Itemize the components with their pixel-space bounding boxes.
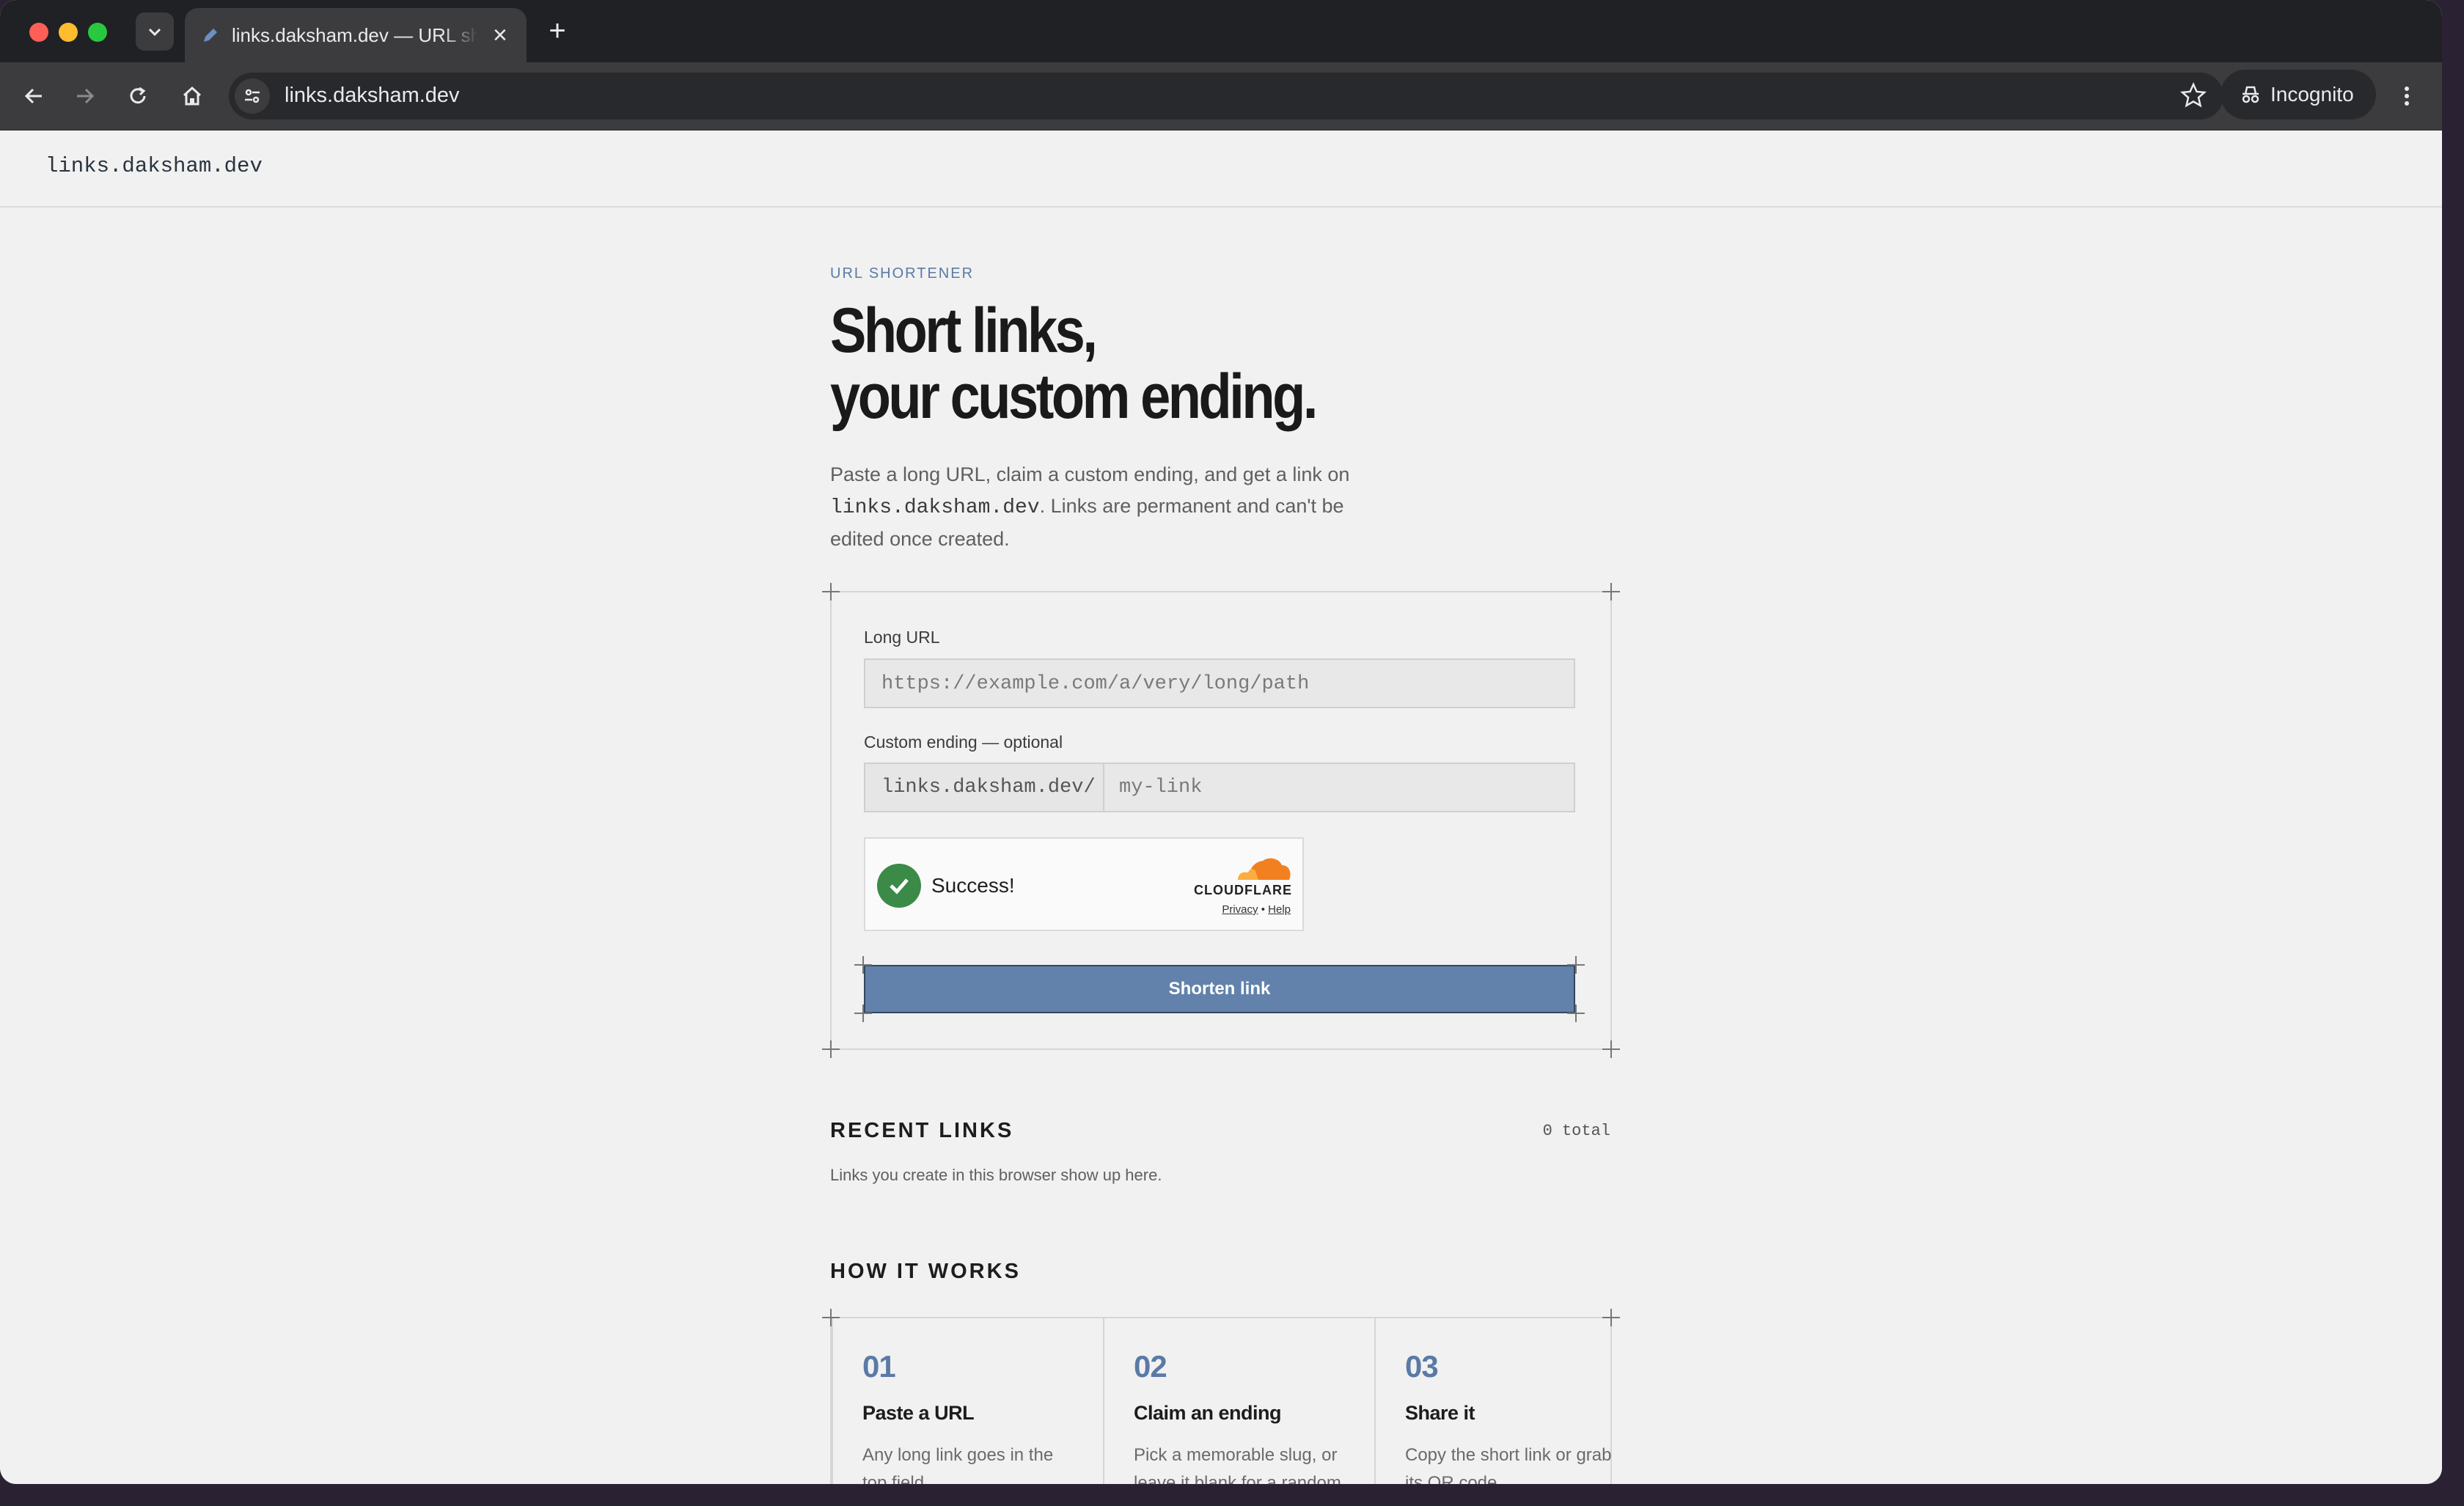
step-card: 02 Claim an ending Pick a memorable slug…: [1103, 1318, 1376, 1484]
step-card: 01 Paste a URL Any long link goes in the…: [832, 1318, 1104, 1484]
page-title: Short links, your custom ending.: [830, 298, 1501, 430]
button-corner-mark: [1567, 1004, 1585, 1022]
incognito-indicator[interactable]: Incognito: [2221, 70, 2376, 120]
shorten-link-button[interactable]: Shorten link: [864, 965, 1575, 1013]
arrow-right-icon: [77, 88, 95, 104]
step-title: Claim an ending: [1134, 1402, 1282, 1424]
incognito-icon: [2242, 86, 2259, 103]
site-info-button[interactable]: [235, 78, 270, 114]
new-tab-button[interactable]: +: [541, 15, 573, 47]
step-description: Pick a memorable slug, or leave it blank…: [1134, 1445, 1341, 1484]
close-window-button[interactable]: [29, 23, 48, 42]
corner-mark: [1602, 583, 1620, 600]
corner-mark: [822, 1040, 840, 1058]
address-text: links.daksham.dev: [285, 84, 460, 107]
forward-button[interactable]: [69, 80, 101, 112]
headline-line-1: Short links,: [830, 295, 1098, 366]
headline-line-2: your custom ending.: [830, 361, 1318, 432]
custom-ending-field[interactable]: links.daksham.dev/ my-link: [864, 763, 1575, 812]
long-url-label: Long URL: [864, 628, 940, 647]
recent-links-empty: Links you create in this browser show up…: [830, 1166, 1162, 1184]
long-url-input[interactable]: https://example.com/a/very/long/path: [864, 658, 1575, 708]
shorten-form: Long URL https://example.com/a/very/long…: [822, 583, 1620, 1058]
eyebrow-label: URL SHORTENER: [830, 265, 975, 282]
step-number: 02: [1134, 1349, 1167, 1384]
home-icon: [183, 86, 202, 106]
tab-title: links.daksham.dev — URL shortener: [232, 23, 478, 46]
browser-menu-button[interactable]: [2391, 80, 2423, 112]
more-vertical-icon: [2405, 87, 2409, 106]
custom-ending-prefix: links.daksham.dev/: [865, 764, 1104, 811]
tab-strip: links.daksham.dev — URL shortener × +: [0, 0, 2442, 62]
success-check-icon: [877, 864, 921, 908]
star-icon: [2179, 81, 2207, 108]
chevron-down-icon: [148, 28, 161, 37]
minimize-window-button[interactable]: [59, 23, 78, 42]
step-description: Copy the short link or grab its QR code.: [1405, 1445, 1612, 1484]
intro-text-1: Paste a long URL, claim a custom ending,…: [830, 463, 1350, 485]
long-url-placeholder: https://example.com/a/very/long/path: [881, 673, 1310, 695]
button-corner-mark: [854, 956, 872, 974]
how-it-works-grid: 01 Paste a URL Any long link goes in the…: [822, 1309, 1620, 1484]
intro-domain: links.daksham.dev: [830, 496, 1040, 519]
captcha-status: Success!: [931, 874, 1015, 897]
tab-search-button[interactable]: [136, 12, 174, 51]
recent-links-count: 0 total: [1542, 1122, 1610, 1140]
home-button[interactable]: [176, 80, 208, 112]
recent-links-heading: RECENT LINKS: [830, 1119, 1014, 1142]
intro-paragraph: Paste a long URL, claim a custom ending,…: [830, 459, 1387, 555]
site-header: links.daksham.dev: [0, 131, 2442, 207]
step-number: 01: [862, 1349, 896, 1384]
back-button[interactable]: [18, 80, 50, 112]
prefix-text: links.daksham.dev/: [881, 776, 1096, 798]
incognito-label: Incognito: [2270, 83, 2354, 106]
close-tab-icon[interactable]: ×: [493, 23, 507, 48]
tune-icon: [245, 89, 260, 103]
custom-ending-label: Custom ending — optional: [864, 732, 1063, 752]
pencil-favicon-icon: [204, 29, 217, 42]
step-number: 03: [1405, 1349, 1439, 1384]
button-corner-mark: [854, 1004, 872, 1022]
step-title: Paste a URL: [862, 1402, 975, 1424]
how-it-works-heading: HOW IT WORKS: [830, 1260, 1021, 1283]
custom-ending-placeholder: my-link: [1119, 776, 1203, 798]
active-tab[interactable]: links.daksham.dev — URL shortener ×: [185, 8, 527, 62]
cloudflare-cloud-icon: [1238, 858, 1291, 880]
reload-icon: [130, 87, 146, 104]
step-description: Any long link goes in the top field.: [862, 1445, 1054, 1484]
cloudflare-wordmark: CLOUDFLARE: [1194, 883, 1292, 897]
corner-mark: [822, 583, 840, 600]
help-link[interactable]: Help: [1268, 903, 1291, 916]
address-bar[interactable]: links.daksham.dev: [229, 73, 2223, 120]
captcha-links: Privacy • Help: [1222, 903, 1291, 916]
site-brand-link[interactable]: links.daksham.dev: [45, 154, 263, 178]
bookmark-button[interactable]: [2179, 81, 2207, 113]
maximize-window-button[interactable]: [88, 23, 107, 42]
reload-button[interactable]: [122, 80, 154, 112]
web-page: links.daksham.dev URL SHORTENER Short li…: [0, 131, 2442, 1484]
corner-mark: [1602, 1040, 1620, 1058]
button-corner-mark: [1567, 956, 1585, 974]
privacy-link[interactable]: Privacy: [1222, 903, 1258, 916]
captcha-widget[interactable]: Success! CLOUDFLARE Privacy • Help: [864, 837, 1304, 931]
browser-toolbar: links.daksham.dev Incognito: [0, 62, 2442, 131]
arrow-left-icon: [24, 88, 42, 104]
step-title: Share it: [1405, 1402, 1475, 1424]
link-separator: •: [1261, 903, 1265, 916]
browser-window: links.daksham.dev — URL shortener × +: [0, 0, 2442, 1484]
step-card: 03 Share it Copy the short link or grab …: [1374, 1318, 1611, 1484]
